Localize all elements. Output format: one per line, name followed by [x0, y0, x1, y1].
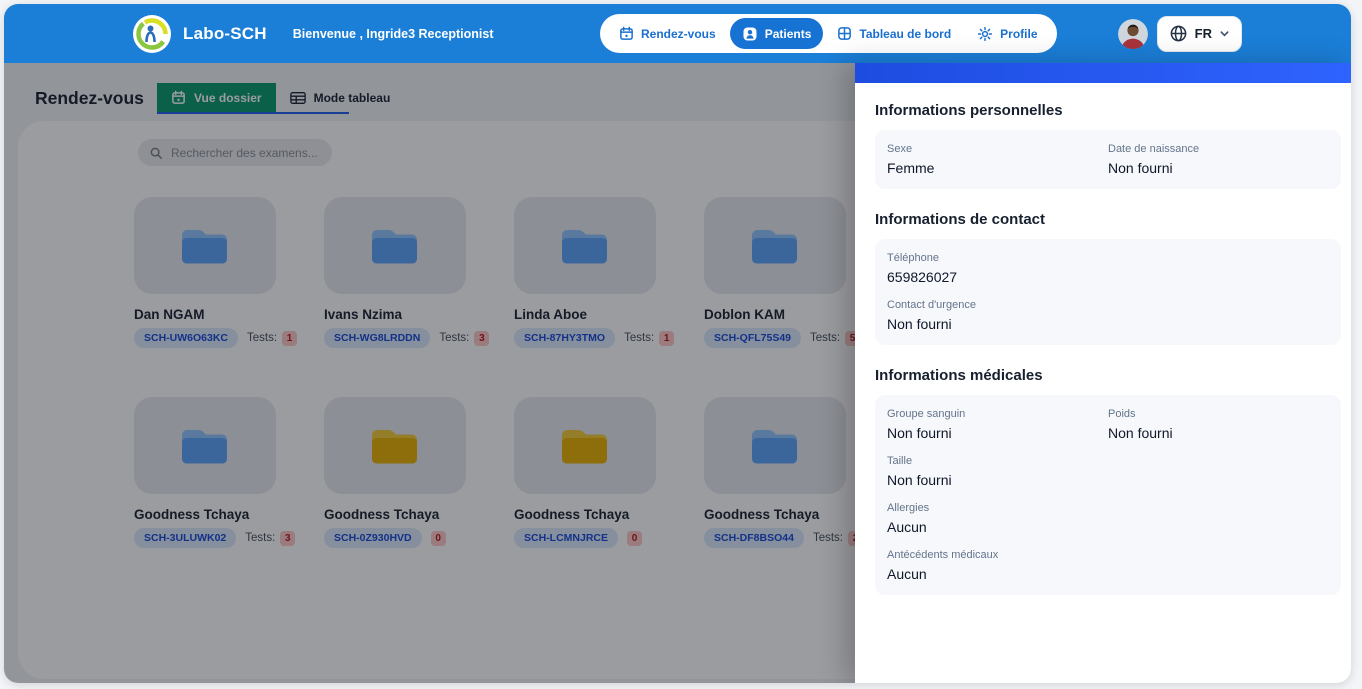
info-field: Contact d'urgence Non fourni: [887, 299, 1329, 332]
section-title: Informations médicales: [875, 367, 1043, 384]
section-title: Informations de contact: [875, 211, 1046, 228]
section-card: Téléphone 659826027 Contact d'urgence No…: [875, 239, 1341, 345]
avatar[interactable]: [1117, 18, 1148, 49]
brand-title: Labo-SCH: [183, 23, 267, 43]
app-window: Labo-SCH Bienvenue , Ingride3 Receptioni…: [4, 4, 1351, 683]
field-value: Femme: [887, 160, 935, 176]
nav-item-label: Patients: [764, 26, 812, 41]
field-value: Non fourni: [887, 425, 952, 441]
section-card: Groupe sanguin Non fourni Poids Non four…: [875, 395, 1341, 595]
section-title: Informations personnelles: [875, 102, 1063, 119]
nav-item-rendez-vous[interactable]: Rendez-vous: [607, 18, 728, 49]
chevron-down-icon: [1219, 28, 1230, 39]
drawer-accent-bar: [855, 63, 1351, 83]
nav-item-label: Rendez-vous: [641, 26, 716, 41]
welcome-text: Bienvenue , Ingride3 Receptionist: [292, 26, 494, 41]
nav-item-patients[interactable]: Patients: [729, 18, 824, 49]
field-label: Groupe sanguin: [887, 408, 966, 420]
drawer-body: Informations personnelles Sexe Femme Dat…: [855, 83, 1351, 615]
field-label: Sexe: [887, 143, 913, 155]
field-value: Non fourni: [887, 472, 952, 488]
globe-icon: [1169, 24, 1188, 43]
language-selector[interactable]: FR: [1156, 15, 1242, 52]
section-card: Sexe Femme Date de naissance Non fourni: [875, 130, 1341, 189]
field-value: 659826027: [887, 269, 958, 285]
patient-details-drawer: Informations personnelles Sexe Femme Dat…: [855, 63, 1351, 683]
language-label: FR: [1194, 26, 1212, 41]
field-value: Non fourni: [1108, 160, 1173, 176]
field-label: Date de naissance: [1108, 143, 1200, 155]
info-field: Sexe Femme: [887, 143, 1108, 176]
gear-icon: [977, 26, 993, 42]
field-label: Allergies: [887, 502, 930, 514]
info-field: Groupe sanguin Non fourni: [887, 408, 1108, 441]
info-field: Date de naissance Non fourni: [1108, 143, 1329, 176]
calendar-icon: [619, 26, 634, 41]
nav-item-label: Tableau de bord: [859, 26, 952, 41]
field-value: Aucun: [887, 566, 927, 582]
patients-icon: [742, 26, 758, 42]
field-value: Non fourni: [887, 316, 952, 332]
app-logo-icon: [133, 14, 171, 53]
info-field: Téléphone 659826027: [887, 252, 1329, 285]
nav-item-tableau-de-bord[interactable]: Tableau de bord: [825, 18, 963, 49]
field-label: Téléphone: [887, 252, 939, 264]
drawer-section: Informations médicales Groupe sanguin No…: [875, 367, 1341, 595]
dashboard-icon: [837, 26, 852, 41]
info-field: Antécédents médicaux Aucun: [887, 549, 1329, 582]
field-label: Contact d'urgence: [887, 299, 976, 311]
nav-item-profile[interactable]: Profile: [965, 18, 1049, 49]
info-field: Taille Non fourni: [887, 455, 1329, 488]
drawer-section: Informations personnelles Sexe Femme Dat…: [875, 102, 1341, 189]
field-label: Antécédents médicaux: [887, 549, 999, 561]
topbar-right: FR: [1117, 4, 1242, 63]
topbar: Labo-SCH Bienvenue , Ingride3 Receptioni…: [4, 4, 1351, 63]
field-label: Poids: [1108, 408, 1136, 420]
field-label: Taille: [887, 455, 913, 467]
nav-item-label: Profile: [1000, 26, 1038, 41]
info-field: Poids Non fourni: [1108, 408, 1329, 441]
field-value: Non fourni: [1108, 425, 1173, 441]
field-value: Aucun: [887, 519, 927, 535]
main-nav: Rendez-vous Patients Tableau de bord Pro…: [600, 14, 1057, 53]
drawer-section: Informations de contact Téléphone 659826…: [875, 211, 1341, 345]
info-field: Allergies Aucun: [887, 502, 1329, 535]
